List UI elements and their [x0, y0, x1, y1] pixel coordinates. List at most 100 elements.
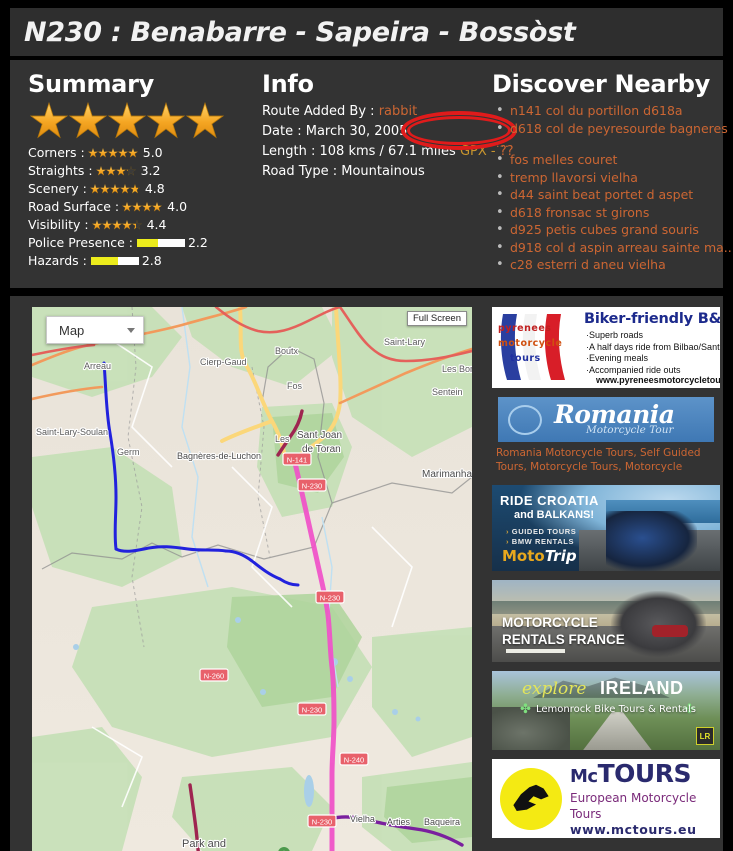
star-icon [121, 220, 132, 230]
star-icon [69, 102, 107, 139]
page-root: N230 : Benabarre - Sapeira - Bossòst Sum… [0, 0, 733, 851]
ad-mototrip-logo-a: Moto [502, 547, 545, 565]
list-item[interactable]: d44 saint beat portet d aspet [492, 186, 722, 204]
rating-value: 4.8 [144, 181, 165, 196]
map-place-label: Park and [182, 838, 226, 850]
ad-romania-motorcycle-tour[interactable]: Romania Motorcycle Tour Romania Motorcyc… [492, 397, 720, 476]
ad-mctours-tagline: European Motorcycle Tours [570, 790, 697, 821]
ad-ireland-subtitle: Lemonrock Bike Tours & Rentals [536, 704, 696, 715]
star-icon [117, 148, 128, 158]
list-item[interactable]: d918 col d aspin arreau sainte ma... [492, 239, 733, 257]
star-icon [108, 102, 146, 139]
advertisement-column: pyrenees motorcycle tours Biker-friendly… [492, 307, 722, 847]
map-road-shield: N-230 [307, 814, 337, 828]
star-icon [186, 102, 224, 139]
star-icon [99, 184, 110, 194]
ad-mototrip-croatia[interactable]: RIDE CROATIA and BALKANS! GUIDED TOURSBM… [492, 485, 720, 571]
list-item[interactable]: fos melles couret [492, 151, 722, 169]
list-item[interactable]: c28 esterri d aneu vielha [492, 256, 722, 274]
rating-stars [95, 166, 136, 176]
ad-mctours[interactable]: McTOURS European Motorcycle Tours www.mc… [492, 759, 720, 838]
star-icon [129, 184, 140, 194]
list-item: Evening meals [586, 353, 720, 365]
fullscreen-button[interactable]: Full Screen [406, 311, 467, 326]
map-road-shield: N-260 [199, 668, 229, 682]
route-length-label: Length : [262, 144, 316, 159]
info-heading: Info [262, 70, 314, 98]
svg-text:N-141: N-141 [287, 455, 307, 464]
route-map[interactable]: Arreau Cierp-Gaud Boutx Fos Saint-Lary Les Bo… [32, 307, 472, 851]
rating-value: 2.8 [141, 253, 162, 268]
map-place-label: Bagnères-de-Luchon [177, 451, 261, 461]
ad-rentals-lane-marking [505, 648, 565, 653]
list-item: Superb roads [586, 330, 720, 342]
svg-text:N-240: N-240 [344, 755, 364, 764]
list-item[interactable]: d618 fronsac st girons [492, 204, 722, 222]
ad-romania-caption[interactable]: Romania Motorcycle Tours, Self Guided To… [496, 446, 716, 476]
ad-pyrenees-headline: Biker-friendly B&B [584, 311, 720, 327]
map-place-label: Sentein [432, 387, 463, 397]
ad-pyrenees-logo-line1: pyrenees [498, 323, 552, 334]
ad-rentals-bike-tank [651, 625, 689, 637]
rating-value: 4.4 [146, 217, 167, 232]
motorcycle-wheel-icon [508, 405, 542, 435]
map-road-shield: N-230 [297, 478, 327, 492]
star-icon [119, 184, 130, 194]
list-item[interactable]: d925 petis cubes grand souris [492, 221, 722, 239]
map-type-label: Map [59, 322, 85, 338]
ad-pyrenees-logo-line3: tours [510, 353, 541, 364]
star-icon [30, 102, 68, 139]
star-icon [107, 148, 118, 158]
svg-text:N-260: N-260 [204, 671, 224, 680]
list-item[interactable]: tremp llavorsi vielha [492, 169, 722, 187]
rating-label: Road Surface : [28, 199, 120, 214]
info-column: Info Route Added By : rabbit Date : Marc… [262, 70, 517, 182]
list-item[interactable]: n141 col du portillon d618a [492, 102, 722, 120]
map-place-label: Saint-Lary [384, 337, 426, 347]
route-type-row: Road Type : Mountainous [262, 162, 492, 182]
rating-stars [89, 184, 140, 194]
route-date-label: Date : [262, 124, 302, 139]
gpx-link[interactable]: GPX - [460, 144, 496, 159]
rating-value: 2.2 [187, 235, 208, 250]
map-and-ads-panel: Arreau Cierp-Gaud Boutx Fos Saint-Lary Les Bo… [10, 296, 723, 851]
map-type-selector[interactable]: Map [46, 316, 144, 344]
map-place-label: Arties [387, 817, 411, 827]
ad-mototrip-bullets: GUIDED TOURSBMW RENTALS [506, 527, 576, 547]
rating-label: Straights : [28, 163, 93, 178]
svg-text:N-230: N-230 [302, 481, 322, 490]
ad-romania-banner: Romania Motorcycle Tour [498, 397, 714, 442]
ad-rentals-text: MOTORCYCLE RENTALS FRANCE [502, 614, 625, 648]
route-added-by-row: Route Added By : rabbit [262, 102, 492, 122]
ad-mototrip-bike [606, 510, 698, 571]
ad-rentals-line2: RENTALS FRANCE [502, 632, 625, 647]
list-item[interactable]: d618 col de peyresourde bagneres [492, 120, 728, 138]
svg-text:N-230: N-230 [312, 817, 332, 826]
star-icon [91, 220, 102, 230]
rating-label: Scenery : [28, 181, 87, 196]
route-added-by-value[interactable]: rabbit [379, 104, 418, 119]
star-icon [131, 220, 142, 230]
rating-label: Police Presence : [28, 235, 133, 250]
ad-ireland-word-explore: explore [522, 679, 587, 699]
star-icon [97, 148, 108, 158]
map-canvas[interactable]: Arreau Cierp-Gaud Boutx Fos Saint-Lary Les Bo… [32, 307, 472, 851]
ad-pyrenees-motorcycle-tours[interactable]: pyrenees motorcycle tours Biker-friendly… [492, 307, 720, 388]
star-icon [105, 166, 116, 176]
svg-text:N-230: N-230 [302, 705, 322, 714]
map-road-shield: N-230 [297, 702, 327, 716]
discover-nearby-heading: Discover Nearby [492, 70, 710, 98]
map-place-label: Marimanha [422, 469, 472, 480]
star-icon [132, 202, 143, 212]
ad-explore-ireland[interactable]: explore IRELAND ✤ ✤ Lemonrock Bike Tours… [492, 671, 720, 750]
map-place-label: Boutx [275, 346, 299, 356]
map-road-shield: N-230 [315, 590, 345, 604]
star-icon [127, 148, 138, 158]
rating-stars [91, 220, 142, 230]
ad-motorcycle-rentals-france[interactable]: MOTORCYCLE RENTALS FRANCE [492, 580, 720, 662]
ad-mctours-url[interactable]: www.mctours.eu [570, 822, 720, 838]
nearby-list-separator: ... [496, 137, 510, 150]
ad-pyrenees-url[interactable]: www.pyreneesmotorcycletours.com [596, 375, 720, 385]
rating-row: Scenery : 4.8 [28, 180, 268, 198]
rating-label: Corners : [28, 145, 85, 160]
